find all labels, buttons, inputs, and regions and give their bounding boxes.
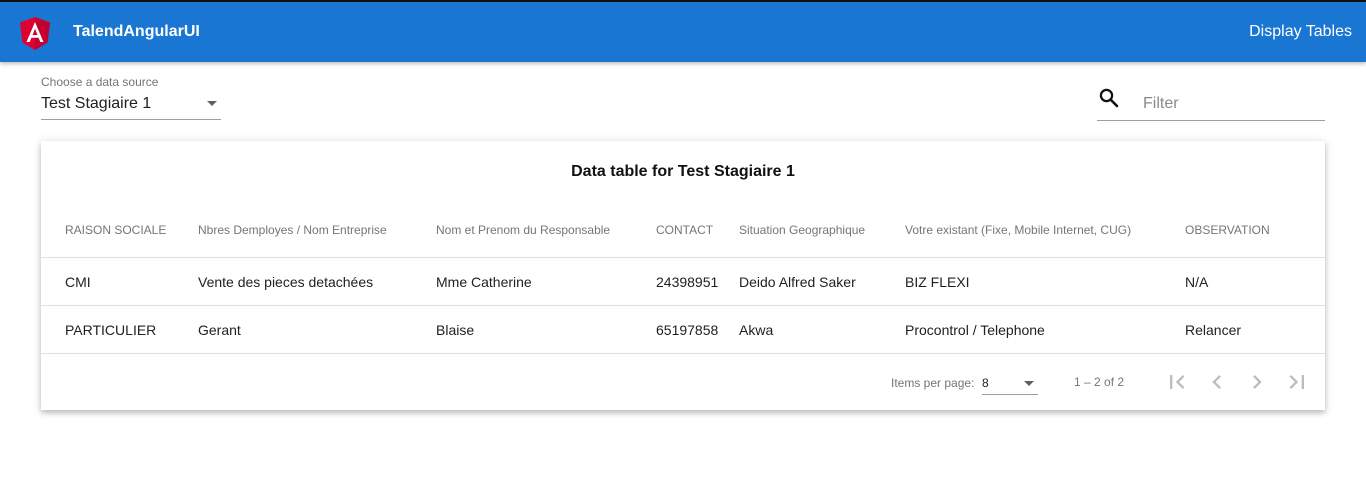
display-tables-link[interactable]: Display Tables: [1249, 23, 1352, 41]
column-header-contact[interactable]: CONTACT: [656, 223, 713, 237]
column-header-nbres-employes[interactable]: Nbres Demployes / Nom Entreprise: [198, 223, 387, 237]
table-cell: CMI: [65, 274, 91, 290]
filter-input[interactable]: [1143, 92, 1323, 116]
datasource-select[interactable]: Choose a data source Test Stagiaire 1: [41, 72, 221, 122]
table-cell: BIZ FLEXI: [905, 274, 970, 290]
filter-underline: [1097, 120, 1325, 121]
range-label: 1 – 2 of 2: [1074, 375, 1125, 389]
table-header-row: RAISON SOCIALE Nbres Demployes / Nom Ent…: [41, 201, 1325, 258]
table-cell: Akwa: [739, 322, 774, 338]
datasource-underline: [41, 119, 221, 120]
data-table-card: Data table for Test Stagiaire 1 RAISON S…: [41, 141, 1325, 410]
paginator: Items per page: 8 1 – 2 of 2: [41, 354, 1325, 410]
page-size-underline: [982, 394, 1038, 395]
table-cell: Deido Alfred Saker: [739, 274, 856, 290]
app-title: TalendAngularUI: [73, 23, 200, 40]
table-cell: PARTICULIER: [65, 322, 157, 338]
last-page-icon[interactable]: [1283, 368, 1311, 396]
column-header-observation[interactable]: OBSERVATION: [1185, 223, 1270, 237]
table-cell: N/A: [1185, 274, 1209, 290]
table-cell: Vente des pieces detachées: [198, 274, 374, 290]
next-page-icon[interactable]: [1243, 368, 1271, 396]
table-cell: 65197858: [656, 322, 719, 338]
column-header-responsable[interactable]: Nom et Prenom du Responsable: [436, 223, 610, 237]
previous-page-icon[interactable]: [1203, 368, 1231, 396]
datasource-label: Choose a data source: [41, 75, 159, 89]
table-row[interactable]: PARTICULIER Gerant Blaise 65197858 Akwa …: [41, 306, 1325, 354]
column-header-situation[interactable]: Situation Geographique: [739, 223, 865, 237]
datasource-value[interactable]: Test Stagiaire 1: [41, 95, 151, 113]
table-cell: Gerant: [198, 322, 241, 338]
page-size-select[interactable]: 8: [982, 371, 1038, 395]
column-header-raison-sociale[interactable]: RAISON SOCIALE: [65, 223, 166, 237]
table-cell: Procontrol / Telephone: [905, 322, 1045, 338]
dropdown-arrow-icon[interactable]: [207, 101, 217, 106]
top-toolbar: TalendAngularUI Display Tables: [0, 0, 1366, 62]
table-cell: Relancer: [1185, 322, 1242, 338]
table-row[interactable]: CMI Vente des pieces detachées Mme Cathe…: [41, 258, 1325, 306]
column-header-existant[interactable]: Votre existant (Fixe, Mobile Internet, C…: [905, 223, 1131, 237]
search-icon: [1099, 88, 1119, 108]
table-cell: 24398951: [656, 274, 719, 290]
table-cell: Blaise: [436, 322, 475, 338]
filter-field[interactable]: [1097, 86, 1325, 122]
angular-logo-icon: [20, 17, 50, 50]
first-page-icon[interactable]: [1163, 368, 1191, 396]
page-size-value[interactable]: 8: [982, 376, 989, 390]
table-title: Data table for Test Stagiaire 1: [571, 163, 795, 180]
dropdown-arrow-icon[interactable]: [1024, 381, 1034, 386]
items-per-page-label: Items per page:: [891, 376, 975, 390]
table-cell: Mme Catherine: [436, 274, 532, 290]
